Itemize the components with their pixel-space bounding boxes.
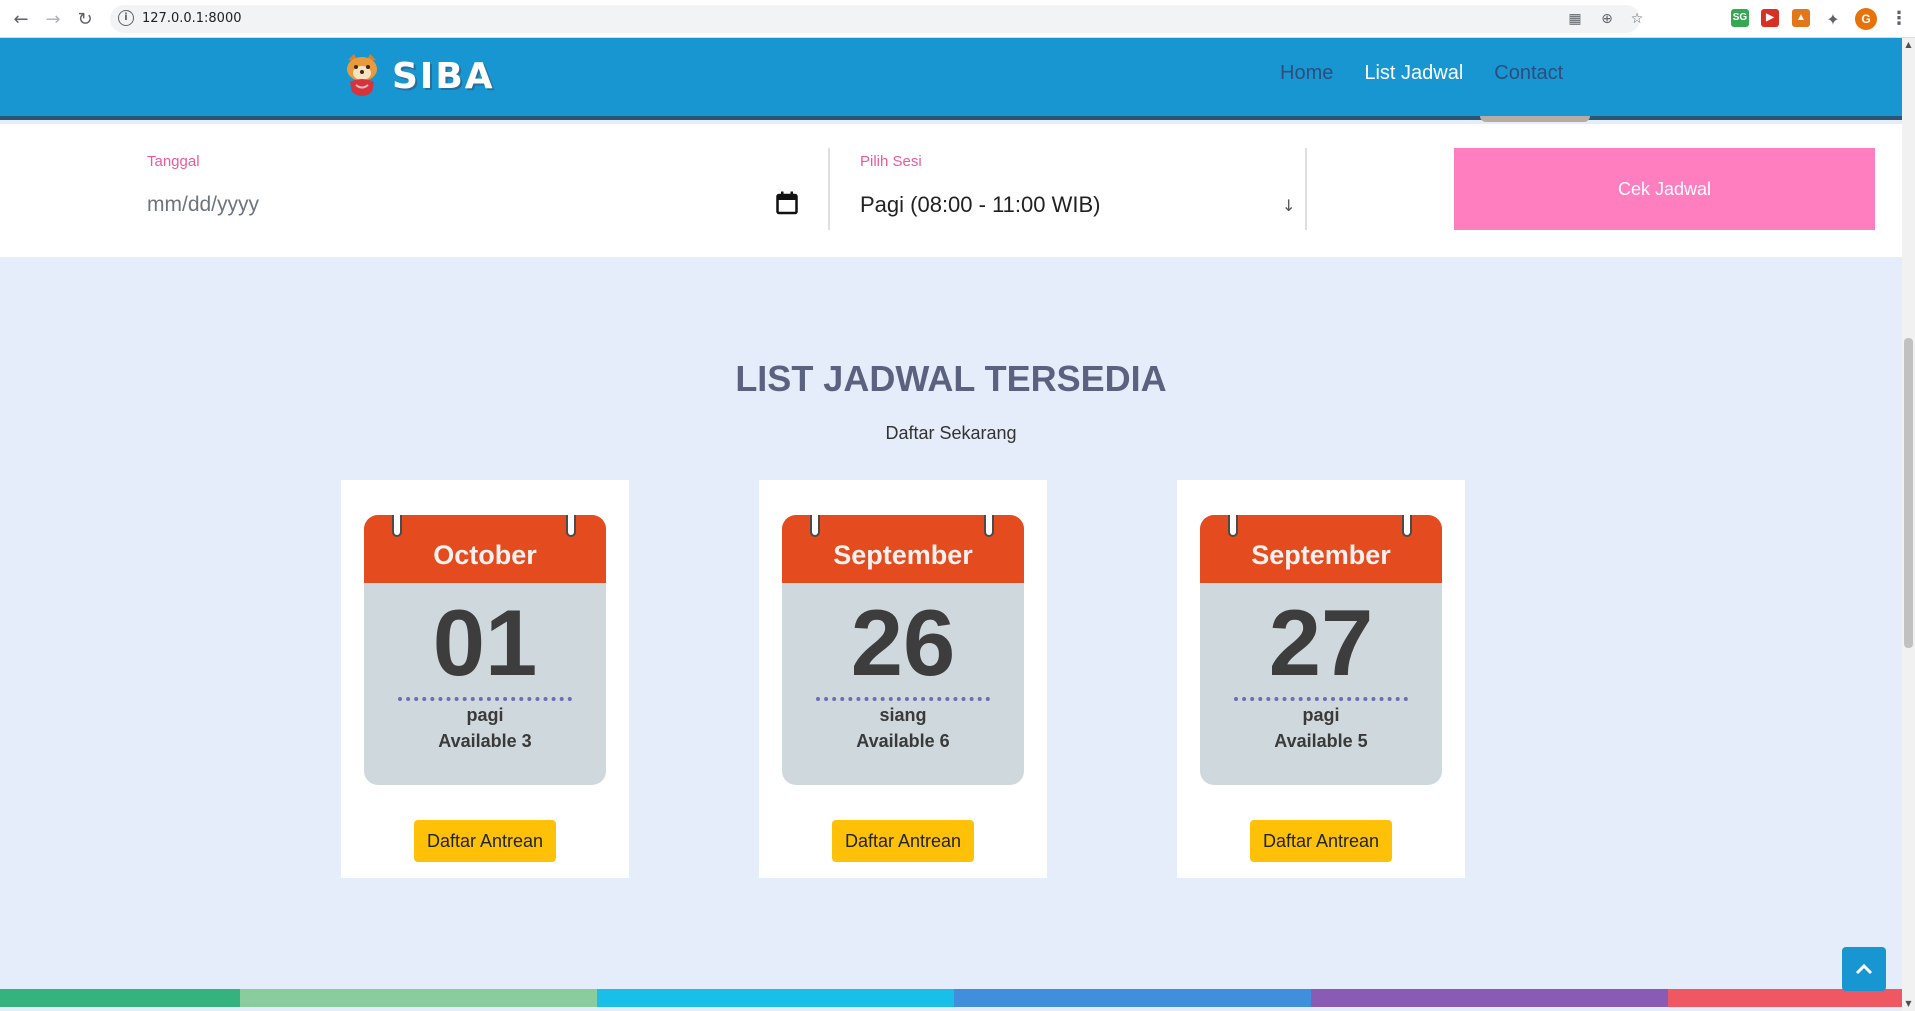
color-segment [240, 989, 597, 1007]
calendar-availability: Available 3 [438, 731, 532, 751]
bookmark-star-icon[interactable]: ☆ [1627, 9, 1647, 29]
daftar-antrean-button[interactable]: Daftar Antrean [1250, 820, 1392, 862]
calendar-icon: September 26 siang Available 6 [782, 515, 1024, 785]
calendar-ring [392, 515, 402, 537]
session-label: Pilih Sesi [860, 153, 922, 170]
site-info-icon[interactable]: i [118, 10, 134, 26]
footer-color-bar [0, 989, 1902, 1007]
calendar-day: 01 [432, 590, 538, 695]
zoom-icon[interactable]: ⊕ [1597, 9, 1617, 29]
translate-icon[interactable]: ▦ [1565, 9, 1585, 29]
section-title: LIST JADWAL TERSEDIA [735, 358, 1167, 399]
nav-home[interactable]: Home [1280, 62, 1333, 85]
extension-sg-icon[interactable]: SG [1731, 9, 1749, 27]
daftar-antrean-button[interactable]: Daftar Antrean [414, 820, 556, 862]
calendar-session: siang [879, 705, 927, 725]
calendar-ring [1228, 515, 1238, 537]
metamask-fox-icon[interactable]: ▲ [1792, 9, 1810, 27]
back-to-top-button[interactable] [1842, 947, 1886, 991]
date-label: Tanggal [147, 153, 200, 170]
session-select[interactable]: Pagi (08:00 - 11:00 WIB) [860, 192, 1101, 218]
select-arrow-icon[interactable]: ↓ [1282, 196, 1295, 215]
date-input[interactable]: mm/dd/yyyy [147, 193, 259, 217]
color-segment [954, 989, 1311, 1007]
color-segment [597, 989, 954, 1007]
hero-image-edge [1480, 116, 1590, 122]
dotted-divider [398, 697, 572, 701]
back-icon[interactable]: ← [10, 8, 32, 30]
schedule-card: September 27 pagi Available 5 Daftar Ant… [1177, 480, 1465, 878]
reload-icon[interactable]: ↻ [74, 8, 96, 30]
profile-avatar[interactable]: G [1855, 8, 1877, 30]
cek-jadwal-button[interactable]: Cek Jadwal [1454, 148, 1875, 230]
browser-toolbar: ← → ↻ i 127.0.0.1:8000 ▦ ⊕ ☆ SG ▶ ▲ ✦ G … [0, 0, 1915, 38]
brand-name: SIBA [392, 55, 495, 97]
address-bar[interactable]: i 127.0.0.1:8000 ▦ ⊕ ☆ [110, 5, 1643, 33]
page-scrollbar[interactable]: ▲ ▼ [1902, 38, 1915, 1011]
color-segment [1311, 989, 1668, 1007]
schedule-card: October 01 pagi Available 3 Daftar Antre… [341, 480, 629, 878]
daftar-antrean-button[interactable]: Daftar Antrean [832, 820, 974, 862]
calendar-availability: Available 5 [1274, 731, 1368, 751]
calendar-picker-icon[interactable] [776, 191, 798, 215]
calendar-ring [810, 515, 820, 537]
field-divider [1305, 148, 1307, 230]
nav-contact[interactable]: Contact [1494, 62, 1563, 85]
dotted-divider [1234, 697, 1408, 701]
browser-menu-icon[interactable]: ⋮ [1890, 8, 1908, 30]
calendar-ring [566, 515, 576, 537]
shiba-mascot-icon [347, 54, 377, 96]
calendar-ring [1402, 515, 1412, 537]
calendar-icon: October 01 pagi Available 3 [364, 515, 606, 785]
scroll-up-arrow-icon[interactable]: ▲ [1902, 38, 1915, 52]
calendar-session: pagi [466, 705, 504, 725]
scroll-thumb[interactable] [1904, 338, 1913, 648]
address-url[interactable]: 127.0.0.1:8000 [142, 11, 242, 26]
chevron-up-icon [1855, 963, 1873, 975]
site-logo[interactable]: SIBA [342, 52, 495, 100]
dotted-divider [816, 697, 990, 701]
color-segment [1668, 989, 1902, 1007]
nav-list-jadwal[interactable]: List Jadwal [1364, 62, 1463, 85]
main-nav: Home List Jadwal Contact [1280, 62, 1594, 85]
calendar-availability: Available 6 [856, 731, 950, 751]
color-segment [0, 989, 240, 1007]
calendar-day: 26 [850, 590, 956, 695]
field-divider [828, 148, 830, 230]
calendar-icon: September 27 pagi Available 5 [1200, 515, 1442, 785]
scroll-down-arrow-icon[interactable]: ▼ [1902, 997, 1915, 1011]
calendar-ring [984, 515, 994, 537]
calendar-session: pagi [1302, 705, 1340, 725]
calendar-day: 27 [1268, 590, 1374, 695]
section-subtitle: Daftar Sekarang [885, 423, 1017, 443]
extension-record-icon[interactable]: ▶ [1761, 9, 1779, 27]
site-navbar [0, 38, 1902, 120]
extensions-puzzle-icon[interactable]: ✦ [1822, 8, 1844, 30]
schedule-card: September 26 siang Available 6 Daftar An… [759, 480, 1047, 878]
forward-icon[interactable]: → [42, 8, 64, 30]
